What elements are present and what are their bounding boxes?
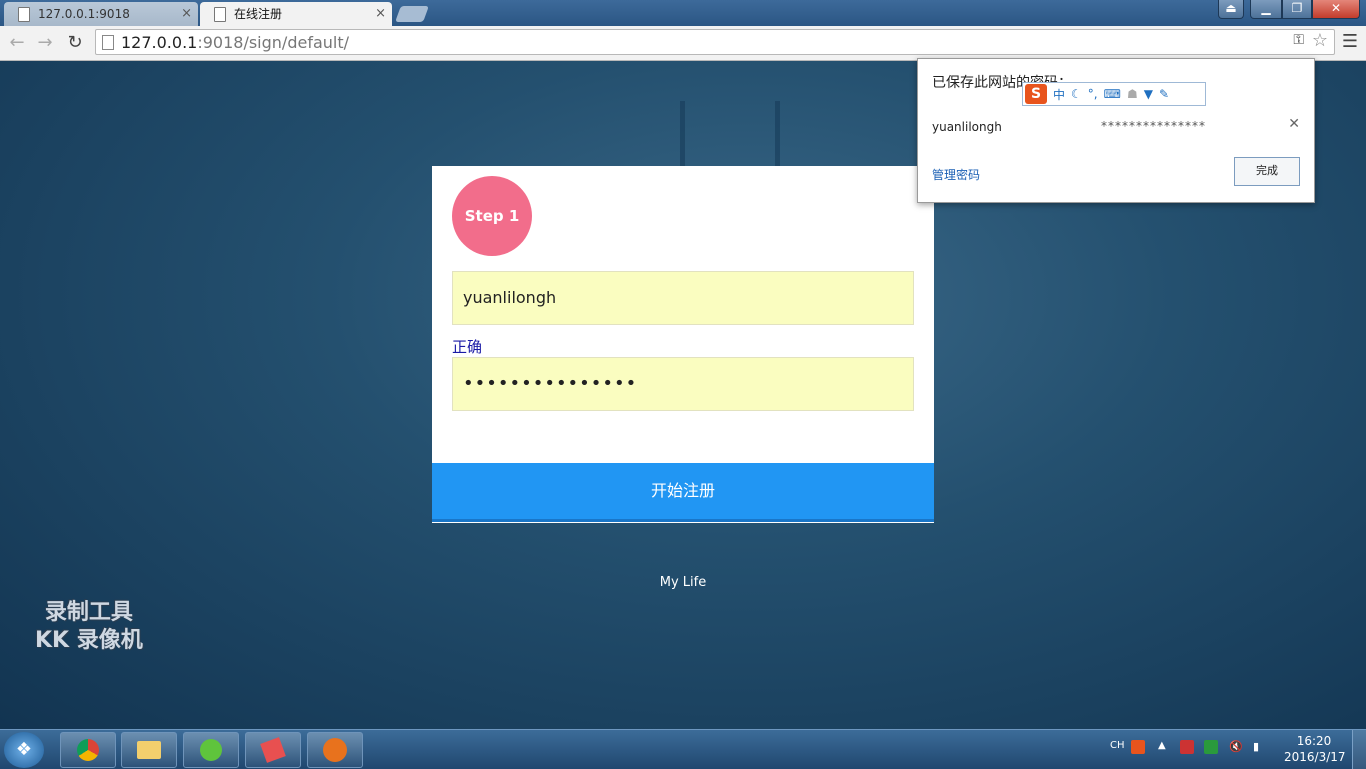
wrench-icon[interactable]: ✎ (1159, 87, 1169, 101)
close-window-button[interactable]: ✕ (1312, 0, 1360, 19)
saved-password-popup: 已保存此网站的密码： yuanlilongh *************** ✕… (917, 58, 1315, 203)
validation-message: 正确 (452, 338, 483, 356)
forward-icon[interactable]: → (34, 32, 56, 54)
footer-text: My Life (659, 575, 707, 590)
back-icon[interactable]: ← (6, 32, 28, 54)
show-desktop-button[interactable] (1352, 730, 1366, 769)
keyboard-icon[interactable]: ⌨ (1104, 87, 1121, 101)
windows-taskbar: ❖ CH ▲ 🔇 ▮ 16:20 2016/3/17 (0, 729, 1366, 769)
recorder-watermark: 录制工具 KK 录像机 (35, 600, 143, 653)
star-icon[interactable]: ☆ (1312, 30, 1328, 51)
profile-button[interactable]: ⏏ (1218, 0, 1244, 19)
volume-icon[interactable]: 🔇 (1229, 740, 1243, 754)
saved-password: *************** (1101, 119, 1206, 133)
tab-close-icon[interactable]: × (375, 2, 386, 26)
clock[interactable]: 16:20 2016/3/17 (1284, 733, 1346, 765)
punctuation-icon[interactable]: °, (1088, 87, 1098, 101)
browser-titlebar: 127.0.0.1:9018 × 在线注册 × ⏏ ▁ ❐ ✕ (0, 0, 1366, 26)
address-bar[interactable]: 127.0.0.1:9018/sign/default/ ⚿ ☆ (95, 29, 1335, 55)
page-icon (102, 35, 114, 50)
sogou-tray-icon[interactable] (1131, 740, 1145, 754)
tab-title: 127.0.0.1:9018 (38, 7, 130, 21)
delete-icon[interactable]: ✕ (1288, 116, 1300, 132)
tab-2-active[interactable]: 在线注册 × (200, 2, 392, 26)
tab-title: 在线注册 (234, 7, 283, 21)
network-icon[interactable]: ▮ (1253, 740, 1267, 754)
chrome-taskbar-icon[interactable] (60, 732, 116, 768)
reload-icon[interactable]: ↻ (64, 32, 86, 54)
recorder-taskbar-icon[interactable] (307, 732, 363, 768)
notes-taskbar-icon[interactable] (245, 732, 301, 768)
key-icon[interactable]: ⚿ (1293, 32, 1304, 48)
url-text[interactable]: 127.0.0.1:9018/sign/default/ (121, 33, 349, 52)
saved-username: yuanlilongh (932, 120, 1002, 134)
maximize-button[interactable]: ❐ (1282, 0, 1312, 19)
done-button[interactable]: 完成 (1234, 157, 1300, 186)
browser-toolbar: ← → ↻ 127.0.0.1:9018/sign/default/ ⚿ ☆ ☰ (0, 26, 1366, 61)
manage-passwords-link[interactable]: 管理密码 (932, 166, 980, 183)
step-badge: Step 1 (452, 176, 532, 256)
sogou-logo-icon[interactable]: S (1025, 84, 1047, 104)
new-tab-button[interactable] (395, 6, 429, 22)
tray-expand-icon[interactable]: ▲ (1158, 740, 1172, 754)
password-field[interactable]: ••••••••••••••• (452, 357, 914, 411)
explorer-taskbar-icon[interactable] (121, 732, 177, 768)
app-taskbar-icon[interactable] (183, 732, 239, 768)
ime-toolbar: S 中 ☾ °, ⌨ ☗ ▼ ✎ (1022, 82, 1206, 106)
user-icon[interactable]: ☗ (1127, 87, 1138, 101)
tab-1[interactable]: 127.0.0.1:9018 × (4, 2, 198, 26)
start-button[interactable]: ❖ (4, 732, 44, 768)
page-icon (214, 7, 226, 22)
register-button[interactable]: 开始注册 (432, 463, 934, 522)
minimize-button[interactable]: ▁ (1250, 0, 1282, 19)
moon-icon[interactable]: ☾ (1071, 87, 1082, 101)
tray-app-icon[interactable] (1180, 740, 1194, 754)
ime-mode[interactable]: 中 (1053, 86, 1065, 103)
menu-icon[interactable]: ☰ (1342, 31, 1358, 52)
page-icon (18, 7, 30, 22)
shirt-icon[interactable]: ▼ (1144, 87, 1153, 101)
tray-app-icon[interactable] (1204, 740, 1218, 754)
window-controls: ⏏ ▁ ❐ ✕ (1218, 0, 1360, 20)
language-indicator[interactable]: CH (1110, 740, 1125, 751)
tab-close-icon[interactable]: × (181, 2, 192, 26)
username-field[interactable]: yuanlilongh (452, 271, 914, 325)
